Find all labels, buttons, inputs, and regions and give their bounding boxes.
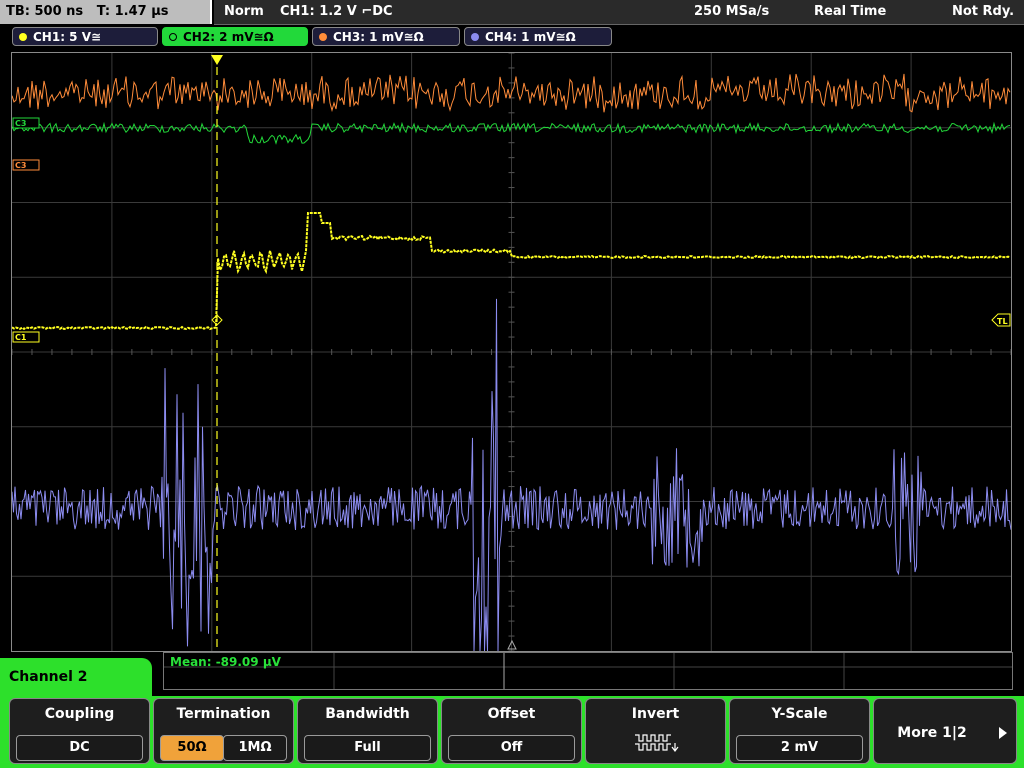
c1-marker-label: C1 (15, 333, 27, 342)
termination-1mohm-option[interactable]: 1MΩ (223, 735, 287, 761)
menu-title: Channel 2 (9, 669, 88, 685)
trigger-position-marker (211, 55, 223, 65)
offset-softkey[interactable]: Offset Off (441, 698, 582, 764)
measurement-panel: Mean: -89.09 µV (163, 652, 1013, 690)
c1-offset-marker: C1 (12, 331, 40, 343)
offset-value[interactable]: Off (448, 735, 575, 761)
coupling-softkey[interactable]: Coupling DC (9, 698, 150, 764)
c3-top-marker-label: C3 (15, 119, 26, 128)
bandwidth-title: Bandwidth (325, 706, 410, 722)
waveform-canvas: C3 C3 C1 TL (12, 53, 1011, 651)
bandwidth-softkey[interactable]: Bandwidth Full (297, 698, 438, 764)
mean-measurement[interactable]: Mean: -89.09 µV (170, 655, 281, 669)
acquisition-status: Norm CH1: 1.2 V ⌐DC 250 MSa/s Real Time … (214, 0, 1024, 25)
ch4-label: CH4: 1 mV≅Ω (485, 30, 576, 44)
coupling-title: Coupling (44, 706, 115, 722)
c3-offset-marker: C3 (12, 159, 40, 171)
y-scale-value[interactable]: 2 mV (736, 735, 863, 761)
channel-tab-2[interactable]: CH2: 2 mV≅Ω (162, 27, 308, 46)
invert-title: Invert (631, 706, 680, 722)
waveform-display[interactable]: C3 C3 C1 TL (11, 52, 1012, 652)
channel-tab-4[interactable]: CH4: 1 mV≅Ω (464, 27, 612, 46)
timebase-readout[interactable]: TB: 500 ns T: 1.47 µs (0, 0, 212, 24)
acquisition-state: Not Rdy. (952, 4, 1015, 19)
trigger-time-value: T: 1.47 µs (96, 4, 169, 19)
coupling-value[interactable]: DC (16, 735, 143, 761)
ch2-label: CH2: 2 mV≅Ω (183, 30, 274, 44)
acquisition-mode: Real Time (814, 4, 887, 19)
bandwidth-value[interactable]: Full (304, 735, 431, 761)
ch2-color-icon (169, 33, 177, 41)
c3-marker-label: C3 (15, 161, 26, 170)
invert-waveform-icon (635, 734, 679, 752)
measurement-grid (164, 653, 1012, 689)
trigger-mode[interactable]: Norm (224, 0, 264, 24)
timebase-value: TB: 500 ns (6, 4, 84, 19)
y-scale-title: Y-Scale (771, 706, 828, 722)
ch1-color-icon (19, 33, 27, 41)
trigger-setting[interactable]: CH1: 1.2 V ⌐DC (280, 0, 393, 24)
y-scale-softkey[interactable]: Y-Scale 2 mV (729, 698, 870, 764)
offset-title: Offset (487, 706, 536, 722)
more-softkey[interactable]: More 1|2 (873, 698, 1017, 764)
termination-softkey[interactable]: Termination 50Ω 1MΩ (153, 698, 294, 764)
arrow-right-icon (999, 727, 1007, 739)
trigger-level-label: TL (997, 317, 1008, 326)
ch4-color-icon (471, 33, 479, 41)
termination-title: Termination (176, 706, 271, 722)
ch3-color-icon (319, 33, 327, 41)
status-bar: TB: 500 ns T: 1.47 µs Norm CH1: 1.2 V ⌐D… (0, 0, 1024, 26)
c3-top-marker: C3 (12, 117, 40, 129)
ch1-label: CH1: 5 V≅ (33, 30, 102, 44)
channel-tab-1[interactable]: CH1: 5 V≅ (12, 27, 158, 46)
termination-50ohm-option[interactable]: 50Ω (160, 735, 224, 761)
sample-rate: 250 MSa/s (694, 4, 770, 19)
ch3-label: CH3: 1 mV≅Ω (333, 30, 424, 44)
softkey-bar: Coupling DC Termination 50Ω 1MΩ Bandwidt… (0, 696, 1024, 768)
channel-tab-3[interactable]: CH3: 1 mV≅Ω (312, 27, 460, 46)
menu-title-tab: Channel 2 (0, 658, 152, 698)
trigger-level-marker: TL (991, 313, 1011, 327)
invert-softkey[interactable]: Invert (585, 698, 726, 764)
more-title: More 1|2 (897, 725, 967, 741)
